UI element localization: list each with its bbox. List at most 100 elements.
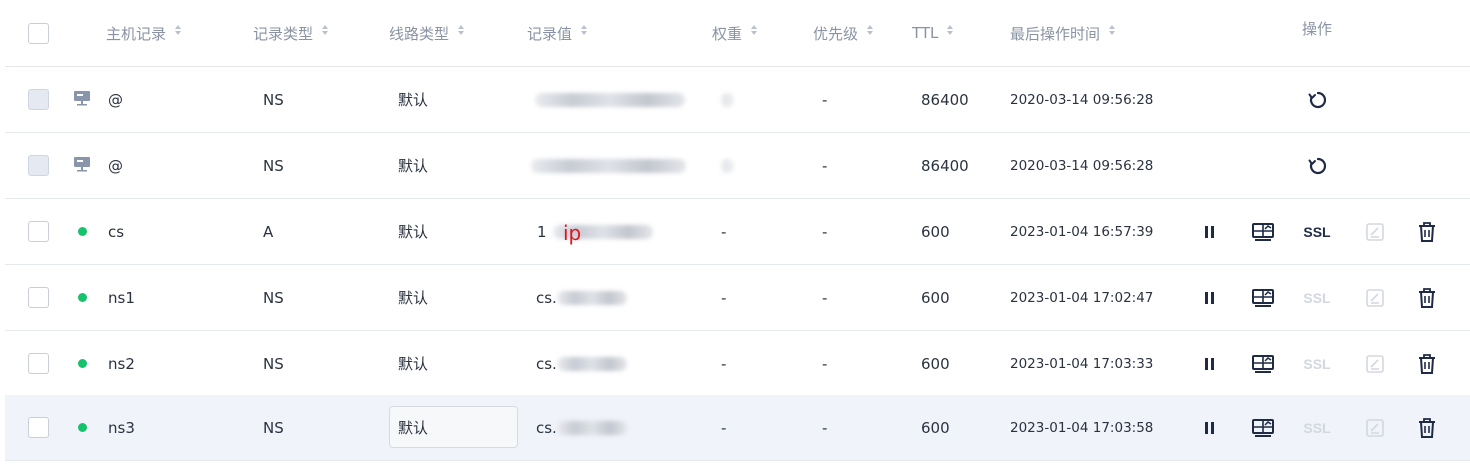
status-dot-icon <box>78 423 87 432</box>
host-record: ns1 <box>108 288 135 307</box>
sort-icon[interactable] <box>458 25 465 35</box>
row-checkbox[interactable] <box>28 221 49 242</box>
table-row: ns3 NS 默认 cs. - - 600 2023-01-04 17:03:5… <box>5 395 1470 461</box>
column-header-time-label: 最后操作时间 <box>1010 24 1101 43</box>
column-header-value[interactable]: 记录值 <box>527 0 588 66</box>
monitor-icon <box>73 90 91 110</box>
monitor-chart-icon[interactable] <box>1251 222 1275 242</box>
record-value: cs. <box>536 265 627 330</box>
ssl-button[interactable]: SSL <box>1303 224 1330 240</box>
sort-icon[interactable] <box>751 25 758 35</box>
weight-redacted <box>721 92 733 107</box>
host-record: ns3 <box>108 418 135 437</box>
row-checkbox <box>28 89 49 110</box>
pause-icon[interactable] <box>1204 357 1216 371</box>
trash-icon[interactable] <box>1417 287 1437 309</box>
trash-icon[interactable] <box>1417 353 1437 375</box>
pause-icon[interactable] <box>1204 225 1216 239</box>
table-row: @ NS 默认 - 86400 2020-03-14 09:56:28 <box>5 67 1470 133</box>
line-type[interactable]: 默认 <box>398 221 428 242</box>
column-header-type[interactable]: 记录类型 <box>253 0 329 66</box>
monitor-chart-icon[interactable] <box>1251 418 1275 438</box>
table-row: cs A 默认 1 ip - - 600 2023-01-04 16:57:39… <box>5 199 1470 265</box>
line-type[interactable]: 默认 <box>398 353 428 374</box>
column-header-priority[interactable]: 优先级 <box>813 0 874 66</box>
column-header-ttl[interactable]: TTL <box>912 0 954 66</box>
edit-icon <box>1365 418 1385 438</box>
priority: - <box>822 156 828 175</box>
pause-icon[interactable] <box>1204 291 1216 305</box>
weight-redacted <box>721 158 733 173</box>
pause-icon[interactable] <box>1204 421 1216 435</box>
ssl-button: SSL <box>1303 419 1331 436</box>
edit-icon <box>1365 354 1385 374</box>
table-row: @ NS 默认 - 86400 2020-03-14 09:56:28 <box>5 133 1470 199</box>
row-checkbox <box>28 155 49 176</box>
record-type: NS <box>263 156 284 175</box>
column-header-priority-label: 优先级 <box>813 24 859 43</box>
line-type[interactable]: 默认 <box>398 287 428 308</box>
record-value-redacted <box>535 92 685 107</box>
refresh-icon[interactable] <box>1308 90 1328 110</box>
sort-icon[interactable] <box>322 25 329 35</box>
record-value-text: cs. <box>536 418 557 437</box>
select-all-checkbox[interactable] <box>28 22 49 44</box>
row-checkbox[interactable] <box>28 417 49 438</box>
row-checkbox[interactable] <box>28 353 49 374</box>
last-modified-time: 2023-01-04 17:03:58 <box>1010 419 1154 436</box>
record-value-redacted <box>556 420 627 435</box>
monitor-icon <box>73 156 91 176</box>
column-header-host[interactable]: 主机记录 <box>106 0 182 66</box>
priority: - <box>822 354 828 373</box>
last-modified-time: 2020-03-14 09:56:28 <box>1010 157 1154 174</box>
priority: - <box>822 90 828 109</box>
refresh-icon[interactable] <box>1308 156 1328 176</box>
record-type: A <box>263 222 274 241</box>
line-type: 默认 <box>398 419 429 437</box>
ttl: 86400 <box>921 90 969 109</box>
monitor-chart-icon[interactable] <box>1251 354 1275 374</box>
line-type[interactable]: 默认 <box>398 89 428 110</box>
monitor-chart-icon[interactable] <box>1251 288 1275 308</box>
column-header-weight-label: 权重 <box>712 24 743 43</box>
column-header-time[interactable]: 最后操作时间 <box>1010 0 1116 66</box>
table-header: 主机记录 记录类型 线路类型 记录值 权重 优先级 TTL 最后操作时间 操作 <box>5 0 1470 67</box>
host-record: @ <box>108 156 123 175</box>
last-modified-time: 2023-01-04 16:57:39 <box>1010 223 1154 240</box>
sort-icon[interactable] <box>1109 25 1116 35</box>
weight: - <box>721 288 727 307</box>
line-type[interactable]: 默认 <box>398 155 428 176</box>
ttl: 600 <box>921 222 950 241</box>
ttl: 86400 <box>921 156 969 175</box>
host-record: ns2 <box>108 354 135 373</box>
line-type-select[interactable]: 默认 <box>389 395 519 460</box>
trash-icon[interactable] <box>1417 417 1437 439</box>
column-header-weight[interactable]: 权重 <box>712 0 758 66</box>
sort-icon[interactable] <box>581 25 588 35</box>
record-value-redacted <box>556 356 627 371</box>
record-value-text: cs. <box>536 354 557 373</box>
select-all-checkbox-cell <box>28 0 49 66</box>
status-dot-icon <box>78 227 87 236</box>
sort-icon[interactable] <box>947 25 954 35</box>
column-header-type-label: 记录类型 <box>253 24 314 43</box>
priority: - <box>822 288 828 307</box>
ttl: 600 <box>921 418 950 437</box>
last-modified-time: 2023-01-04 17:03:33 <box>1010 355 1154 372</box>
record-type: NS <box>263 90 284 109</box>
column-header-ops-label: 操作 <box>1302 19 1333 38</box>
sort-icon[interactable] <box>867 25 874 35</box>
record-value: cs. <box>536 395 627 460</box>
record-value: cs. <box>536 331 627 396</box>
table-row: ns2 NS 默认 cs. - - 600 2023-01-04 17:03:3… <box>5 331 1470 397</box>
dns-records-table: 主机记录 记录类型 线路类型 记录值 权重 优先级 TTL 最后操作时间 操作 … <box>0 0 1470 471</box>
column-header-value-label: 记录值 <box>527 24 573 43</box>
record-type: NS <box>263 354 284 373</box>
sort-icon[interactable] <box>175 25 182 35</box>
ssl-button: SSL <box>1303 289 1331 306</box>
record-type: NS <box>263 418 284 437</box>
last-modified-time: 2020-03-14 09:56:28 <box>1010 91 1154 108</box>
row-checkbox[interactable] <box>28 287 49 308</box>
trash-icon[interactable] <box>1417 221 1437 243</box>
column-header-line[interactable]: 线路类型 <box>389 0 465 66</box>
